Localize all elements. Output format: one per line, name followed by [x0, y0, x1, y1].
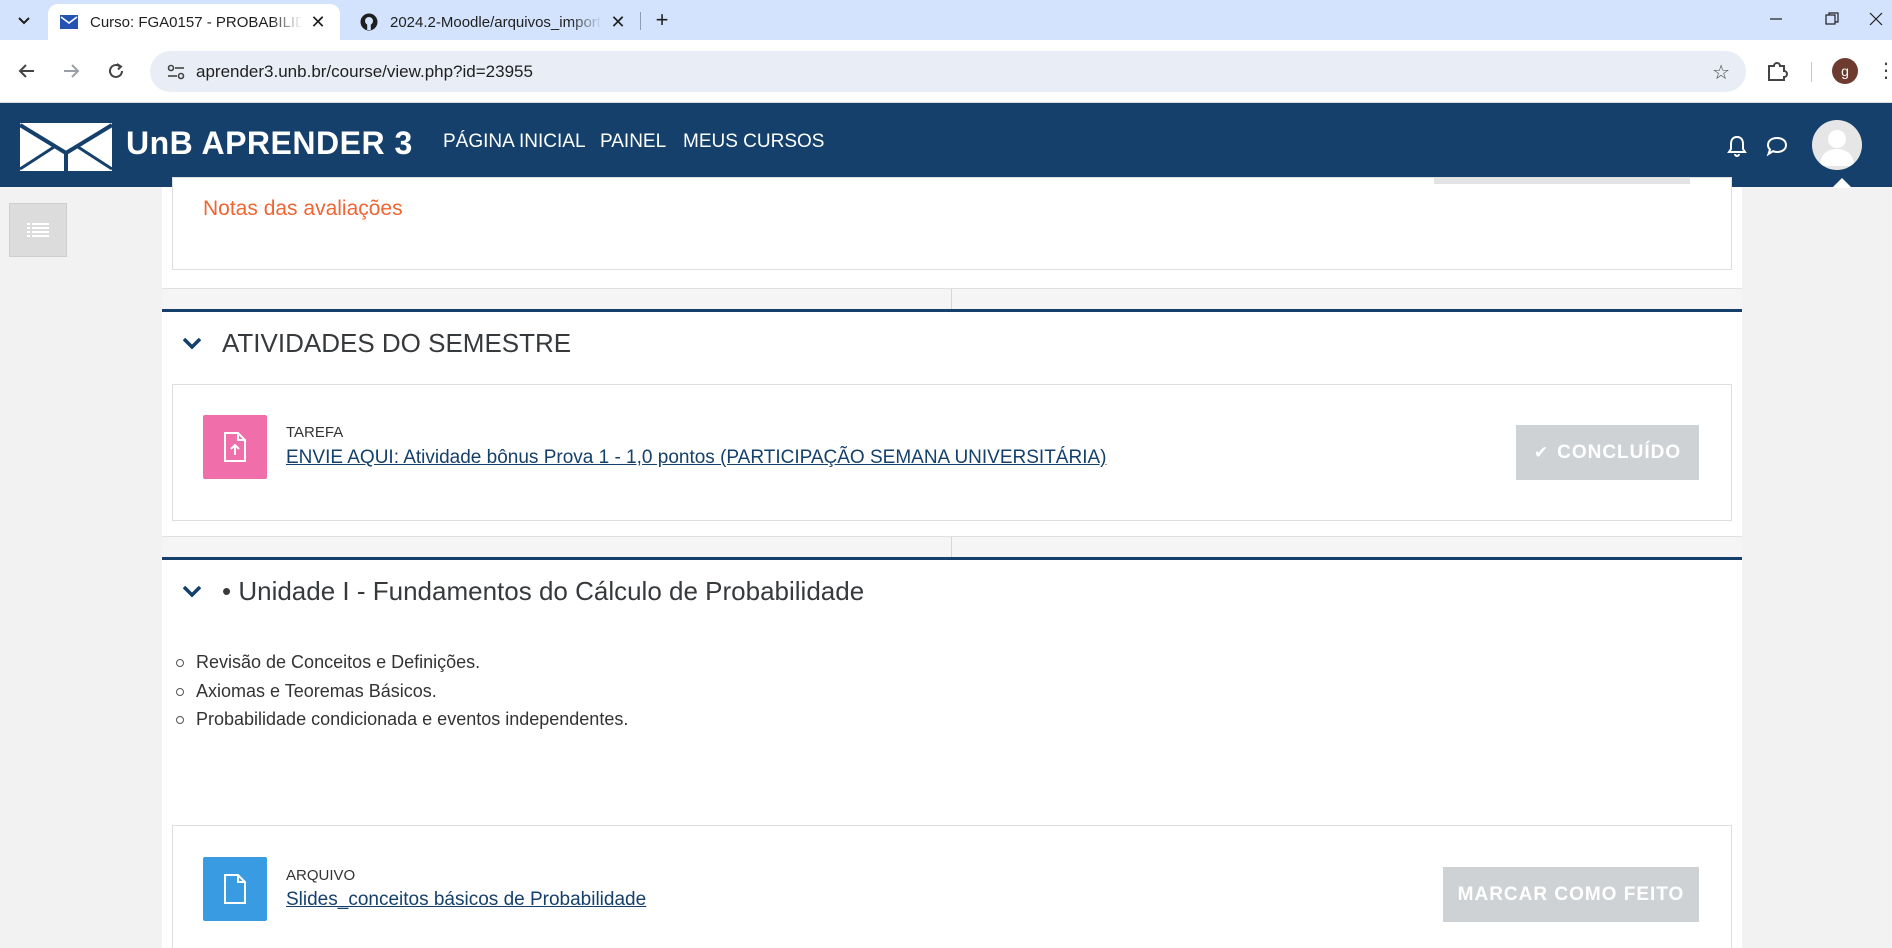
- check-icon: ✔: [1533, 442, 1550, 462]
- arrow-right-icon: [64, 64, 80, 78]
- nav-pagina-inicial[interactable]: PÁGINA INICIAL: [443, 131, 586, 153]
- tab-search-button[interactable]: [8, 6, 40, 34]
- assignment-icon: [203, 415, 267, 479]
- section-divider: [162, 536, 1742, 558]
- activity-type: TAREFA: [286, 424, 344, 441]
- github-icon: [360, 13, 378, 31]
- profile-avatar[interactable]: g: [1832, 58, 1858, 84]
- activity-card-tarefa: TAREFA ENVIE AQUI: Atividade bônus Prova…: [172, 384, 1732, 521]
- browser-tab-strip: Curso: FGA0157 - PROBABILIDADE ✕ 2024.2-…: [0, 0, 1892, 40]
- reload-icon: [109, 63, 123, 78]
- section-summary: Revisão de Conceitos e Definições. Axiom…: [175, 648, 628, 734]
- close-icon[interactable]: ✕: [608, 12, 628, 32]
- tab-title: 2024.2-Moodle/arquivos_importantes: [390, 13, 602, 31]
- minimize-icon: [1770, 18, 1782, 20]
- summary-item: Probabilidade condicionada e eventos ind…: [175, 705, 628, 734]
- file-icon: [203, 857, 267, 921]
- arrow-left-icon: [18, 64, 34, 78]
- section-rule: [162, 309, 1742, 312]
- scrolled-button-edge: [1434, 178, 1690, 184]
- menu-icon[interactable]: ⋮: [1876, 58, 1892, 84]
- url-text[interactable]: aprender3.unb.br/course/view.php?id=2395…: [196, 62, 533, 82]
- section-header-unidade-1[interactable]: • Unidade I - Fundamentos do Cálculo de …: [182, 571, 864, 611]
- nav-painel[interactable]: PAINEL: [600, 131, 666, 153]
- toolbar-separator: [1811, 62, 1812, 82]
- list-icon: [27, 223, 49, 237]
- forward-button[interactable]: [54, 54, 88, 88]
- restore-button[interactable]: [1804, 0, 1860, 38]
- site-settings-icon[interactable]: [156, 64, 196, 80]
- section-title: • Unidade I - Fundamentos do Cálculo de …: [222, 575, 865, 606]
- summary-item: Axiomas e Teoremas Básicos.: [175, 677, 628, 706]
- site-header: UnB APRENDER 3 PÁGINA INICIAL PAINEL MEU…: [0, 103, 1892, 188]
- site-brand[interactable]: UnB APRENDER 3: [126, 125, 413, 162]
- completed-label: CONCLUÍDO: [1557, 441, 1682, 463]
- browser-toolbar: aprender3.unb.br/course/view.php?id=2395…: [0, 40, 1892, 103]
- section-divider: [162, 288, 1742, 310]
- user-icon: [1820, 130, 1854, 166]
- extensions-icon[interactable]: [1764, 58, 1790, 84]
- section-header-atividades[interactable]: ATIVIDADES DO SEMESTRE: [182, 323, 571, 363]
- new-tab-button[interactable]: +: [648, 6, 676, 34]
- grades-link[interactable]: Notas das avaliações: [203, 197, 403, 221]
- browser-tab-course[interactable]: Curso: FGA0157 - PROBABILIDADE ✕: [48, 4, 340, 40]
- close-window-button[interactable]: [1860, 0, 1892, 38]
- bookmark-star-icon[interactable]: ☆: [1712, 60, 1730, 85]
- grades-card: Notas das avaliações: [172, 177, 1732, 270]
- section-rule: [162, 557, 1742, 560]
- tab-separator: [640, 12, 641, 30]
- nav-meus-cursos[interactable]: MEUS CURSOS: [683, 131, 824, 153]
- summary-item: Revisão de Conceitos e Definições.: [175, 648, 628, 677]
- drawer-toggle-button[interactable]: [9, 203, 67, 257]
- completed-button[interactable]: ✔ CONCLUÍDO: [1516, 425, 1699, 480]
- section-title: ATIVIDADES DO SEMESTRE: [222, 327, 572, 358]
- course-content: Notas das avaliações ATIVIDADES DO SEMES…: [162, 177, 1742, 948]
- activity-type: ARQUIVO: [286, 867, 356, 884]
- activity-card-arquivo: ARQUIVO Slides_conceitos básicos de Prob…: [172, 825, 1732, 948]
- chat-bubble-icon[interactable]: [1764, 133, 1790, 159]
- activity-link[interactable]: ENVIE AQUI: Atividade bônus Prova 1 - 1,…: [286, 447, 1106, 469]
- bell-icon[interactable]: [1724, 133, 1750, 159]
- chevron-down-icon[interactable]: [182, 584, 204, 598]
- chevron-down-icon[interactable]: [182, 336, 204, 350]
- unb-logo-icon[interactable]: [20, 123, 112, 171]
- user-menu-caret-icon: [1832, 178, 1852, 188]
- restore-icon: [1825, 12, 1839, 25]
- browser-tab-github[interactable]: 2024.2-Moodle/arquivos_importantes ✕: [348, 4, 640, 40]
- moodle-favicon-icon: [60, 13, 78, 31]
- close-icon[interactable]: ✕: [308, 12, 328, 32]
- close-icon: [1869, 12, 1883, 26]
- back-button[interactable]: [10, 54, 44, 88]
- reload-button[interactable]: [99, 54, 133, 88]
- user-avatar[interactable]: [1812, 120, 1862, 170]
- chevron-down-icon: [18, 17, 30, 25]
- minimize-button[interactable]: [1748, 0, 1804, 38]
- mark-as-done-button[interactable]: MARCAR COMO FEITO: [1443, 867, 1699, 922]
- address-bar[interactable]: aprender3.unb.br/course/view.php?id=2395…: [150, 51, 1746, 92]
- tab-title: Curso: FGA0157 - PROBABILIDADE: [90, 13, 302, 31]
- activity-link[interactable]: Slides_conceitos básicos de Probabilidad…: [286, 889, 646, 911]
